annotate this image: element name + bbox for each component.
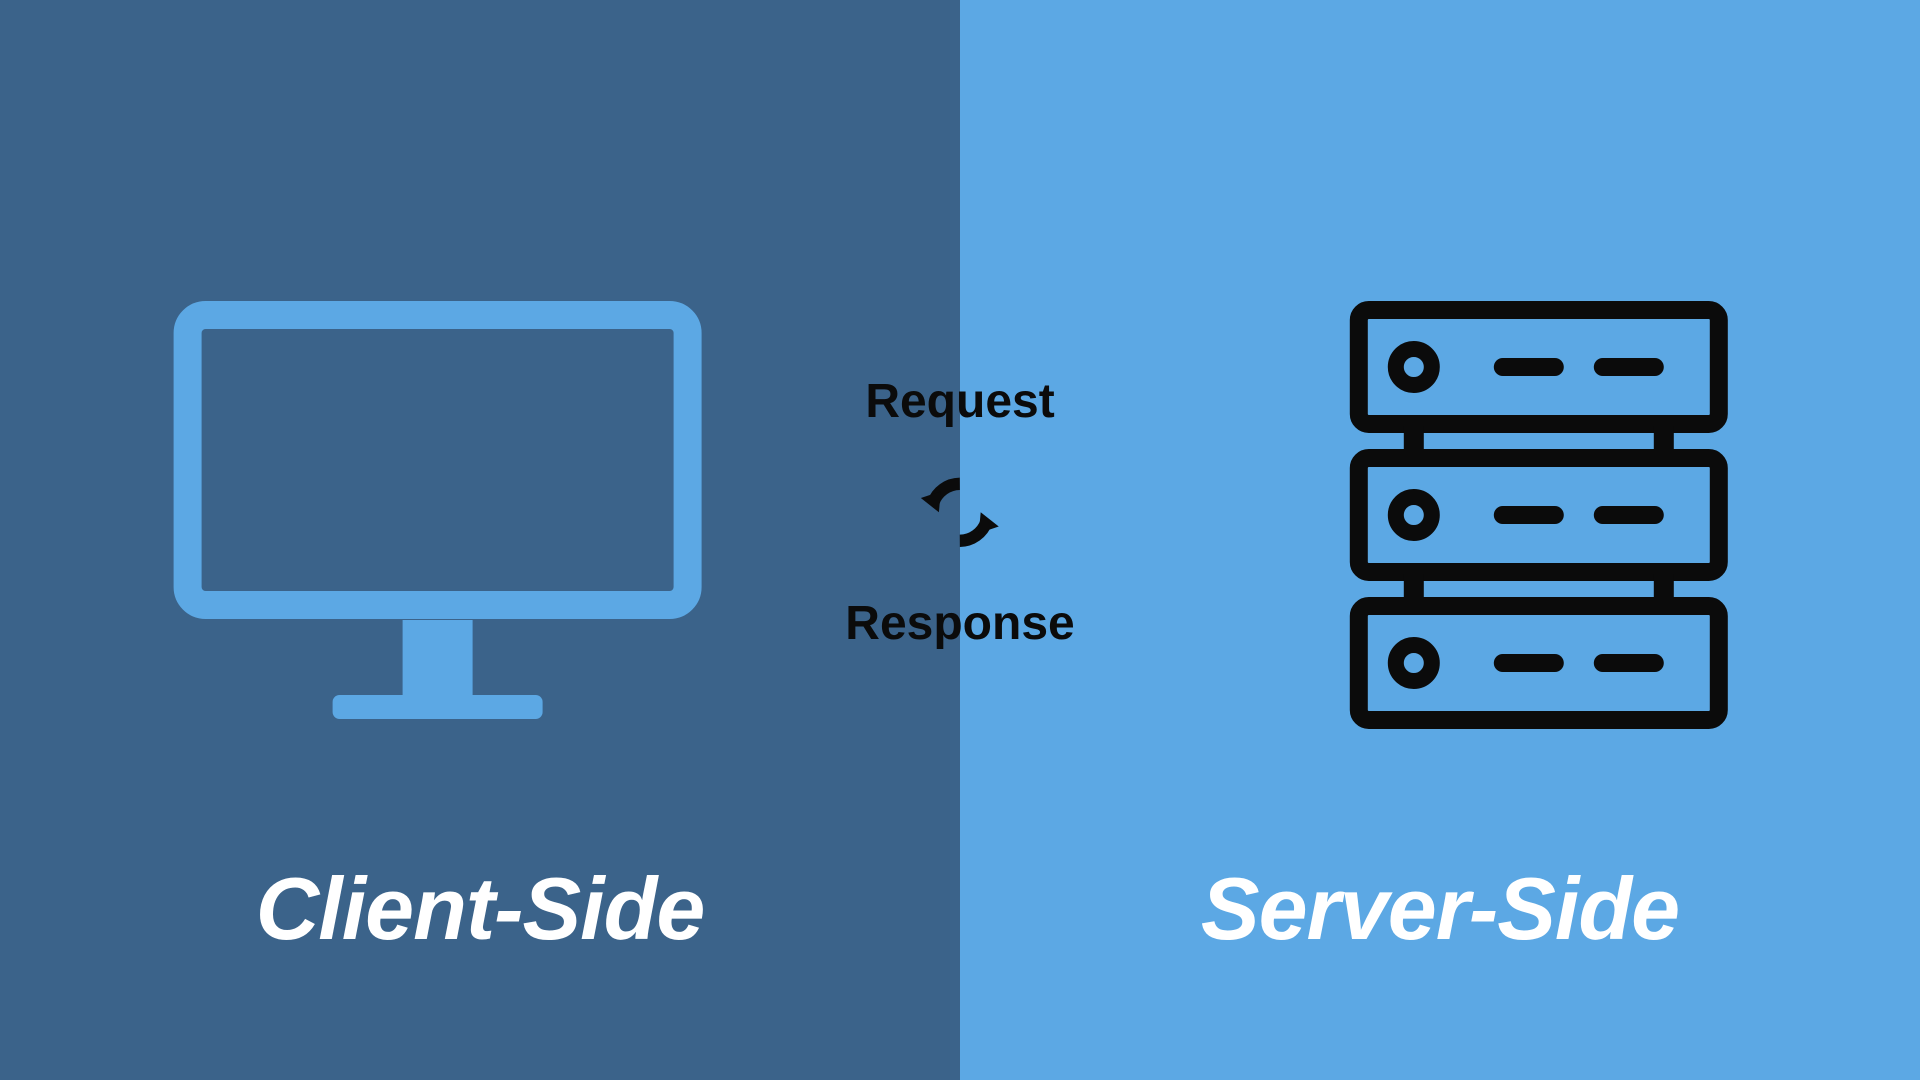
response-label: Response: [845, 596, 1074, 651]
monitor-icon: [173, 300, 703, 735]
center-exchange: Request Response: [845, 374, 1074, 651]
client-side-panel: Client-Side: [0, 0, 960, 1080]
request-label: Request: [865, 374, 1054, 429]
server-icon: [1349, 300, 1729, 735]
client-side-title: Client-Side: [256, 858, 705, 960]
server-side-panel: Server-Side: [960, 0, 1920, 1080]
server-side-title: Server-Side: [1201, 858, 1679, 960]
sync-icon: [913, 465, 1008, 560]
